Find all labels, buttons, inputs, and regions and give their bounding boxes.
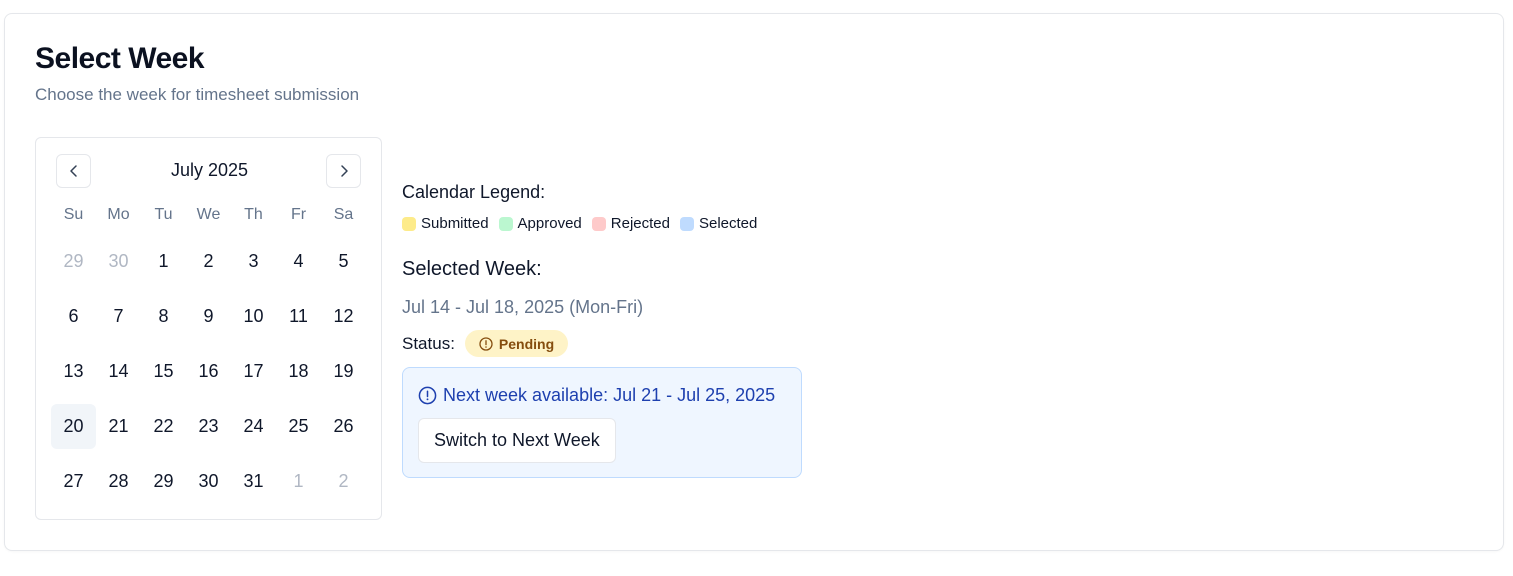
calendar-day[interactable]: 9 <box>186 294 231 339</box>
calendar-day[interactable]: 4 <box>276 239 321 284</box>
weekday-label: Fr <box>290 206 307 223</box>
calendar-day-outside[interactable]: 1 <box>276 459 321 504</box>
calendar-day[interactable]: 2 <box>186 239 231 284</box>
clock-alert-icon <box>479 336 493 351</box>
calendar-day[interactable]: 19 <box>321 349 366 394</box>
legend-swatch <box>498 216 513 231</box>
weekday-label: Tu <box>154 206 173 223</box>
weekday-label: We <box>196 206 221 223</box>
legend-item: Selected <box>679 215 758 232</box>
weekday-label: Su <box>63 206 84 223</box>
calendar-day-outside[interactable]: 29 <box>51 239 96 284</box>
calendar-day[interactable]: 14 <box>96 349 141 394</box>
weekday-header: Su Mo Tu We Th Fr Sa <box>51 206 366 228</box>
calendar: July 2025 Su Mo Tu We Th Fr Sa 29 30 1 2 3 4 5 6 7 8 9 10… <box>35 137 382 520</box>
day-grid: 29 30 1 2 3 4 5 6 7 8 9 10 11 12 13 14 15 16 17 18 19 20 21 22 2… <box>51 234 366 509</box>
legend-swatch <box>402 216 416 231</box>
calendar-day[interactable]: 5 <box>321 239 366 284</box>
calendar-day[interactable]: 30 <box>186 459 231 504</box>
calendar-day[interactable]: 11 <box>276 294 321 339</box>
selected-week-range: Jul 14 - Jul 18, 2025 (Mon-Fri) <box>402 297 644 317</box>
calendar-day[interactable]: 16 <box>186 349 231 394</box>
select-week-card: Select Week Choose the week for timeshee… <box>4 13 1504 551</box>
calendar-day[interactable]: 15 <box>141 349 186 394</box>
next-week-message-row: Next week available: Jul 21 - Jul 25, 20… <box>418 385 775 406</box>
legend-swatch <box>679 216 694 231</box>
calendar-day[interactable]: 25 <box>276 404 321 449</box>
weekday-label: Sa <box>333 206 354 223</box>
calendar-day[interactable]: 28 <box>96 459 141 504</box>
calendar-day[interactable]: 21 <box>96 404 141 449</box>
calendar-day[interactable]: 6 <box>51 294 96 339</box>
calendar-day[interactable]: 31 <box>231 459 276 504</box>
status-row: Status: Pending <box>402 330 569 357</box>
status-label: Status: <box>402 333 455 353</box>
legend-item: Rejected <box>591 215 670 232</box>
next-week-notice: Next week available: Jul 21 - Jul 25, 20… <box>402 367 802 478</box>
legend-swatch <box>591 216 606 231</box>
next-week-message: Next week available: Jul 21 - Jul 25, 20… <box>443 385 776 405</box>
page-title: Select Week <box>35 42 205 75</box>
legend-title: Calendar Legend: <box>402 182 546 202</box>
calendar-day[interactable]: 13 <box>51 349 96 394</box>
calendar-day-outside[interactable]: 2 <box>321 459 366 504</box>
calendar-day[interactable]: 26 <box>321 404 366 449</box>
legend-item: Submitted <box>402 215 489 232</box>
legend-label: Submitted <box>421 215 489 232</box>
selected-week-title: Selected Week: <box>402 258 542 280</box>
calendar-day[interactable]: 18 <box>276 349 321 394</box>
legend-label: Rejected <box>610 215 670 232</box>
switch-to-next-week-button[interactable]: Switch to Next Week <box>418 418 616 463</box>
page-subtitle: Choose the week for timesheet submission <box>35 85 360 104</box>
calendar-day[interactable]: 24 <box>231 404 276 449</box>
legend-label: Approved <box>517 215 582 232</box>
calendar-day[interactable]: 12 <box>321 294 366 339</box>
calendar-day[interactable]: 8 <box>141 294 186 339</box>
calendar-day[interactable]: 10 <box>231 294 276 339</box>
calendar-legend: Submitted Approved Rejected Selected <box>402 215 757 232</box>
weekday-label: Mo <box>107 206 130 223</box>
calendar-day[interactable]: 22 <box>141 404 186 449</box>
calendar-day[interactable]: 23 <box>186 404 231 449</box>
legend-label: Selected <box>698 215 758 232</box>
next-month-button[interactable] <box>326 154 361 188</box>
calendar-day[interactable]: 1 <box>141 239 186 284</box>
legend-item: Approved <box>498 215 582 232</box>
status-badge: Pending <box>464 330 569 357</box>
status-badge-label: Pending <box>498 335 555 352</box>
chevron-right-icon <box>340 165 348 177</box>
calendar-day-today[interactable]: 20 <box>51 404 96 449</box>
calendar-day[interactable]: 29 <box>141 459 186 504</box>
calendar-day[interactable]: 17 <box>231 349 276 394</box>
calendar-day-outside[interactable]: 30 <box>96 239 141 284</box>
calendar-day[interactable]: 27 <box>51 459 96 504</box>
info-icon <box>418 386 437 405</box>
weekday-label: Th <box>244 206 263 223</box>
calendar-day[interactable]: 3 <box>231 239 276 284</box>
calendar-day[interactable]: 7 <box>96 294 141 339</box>
